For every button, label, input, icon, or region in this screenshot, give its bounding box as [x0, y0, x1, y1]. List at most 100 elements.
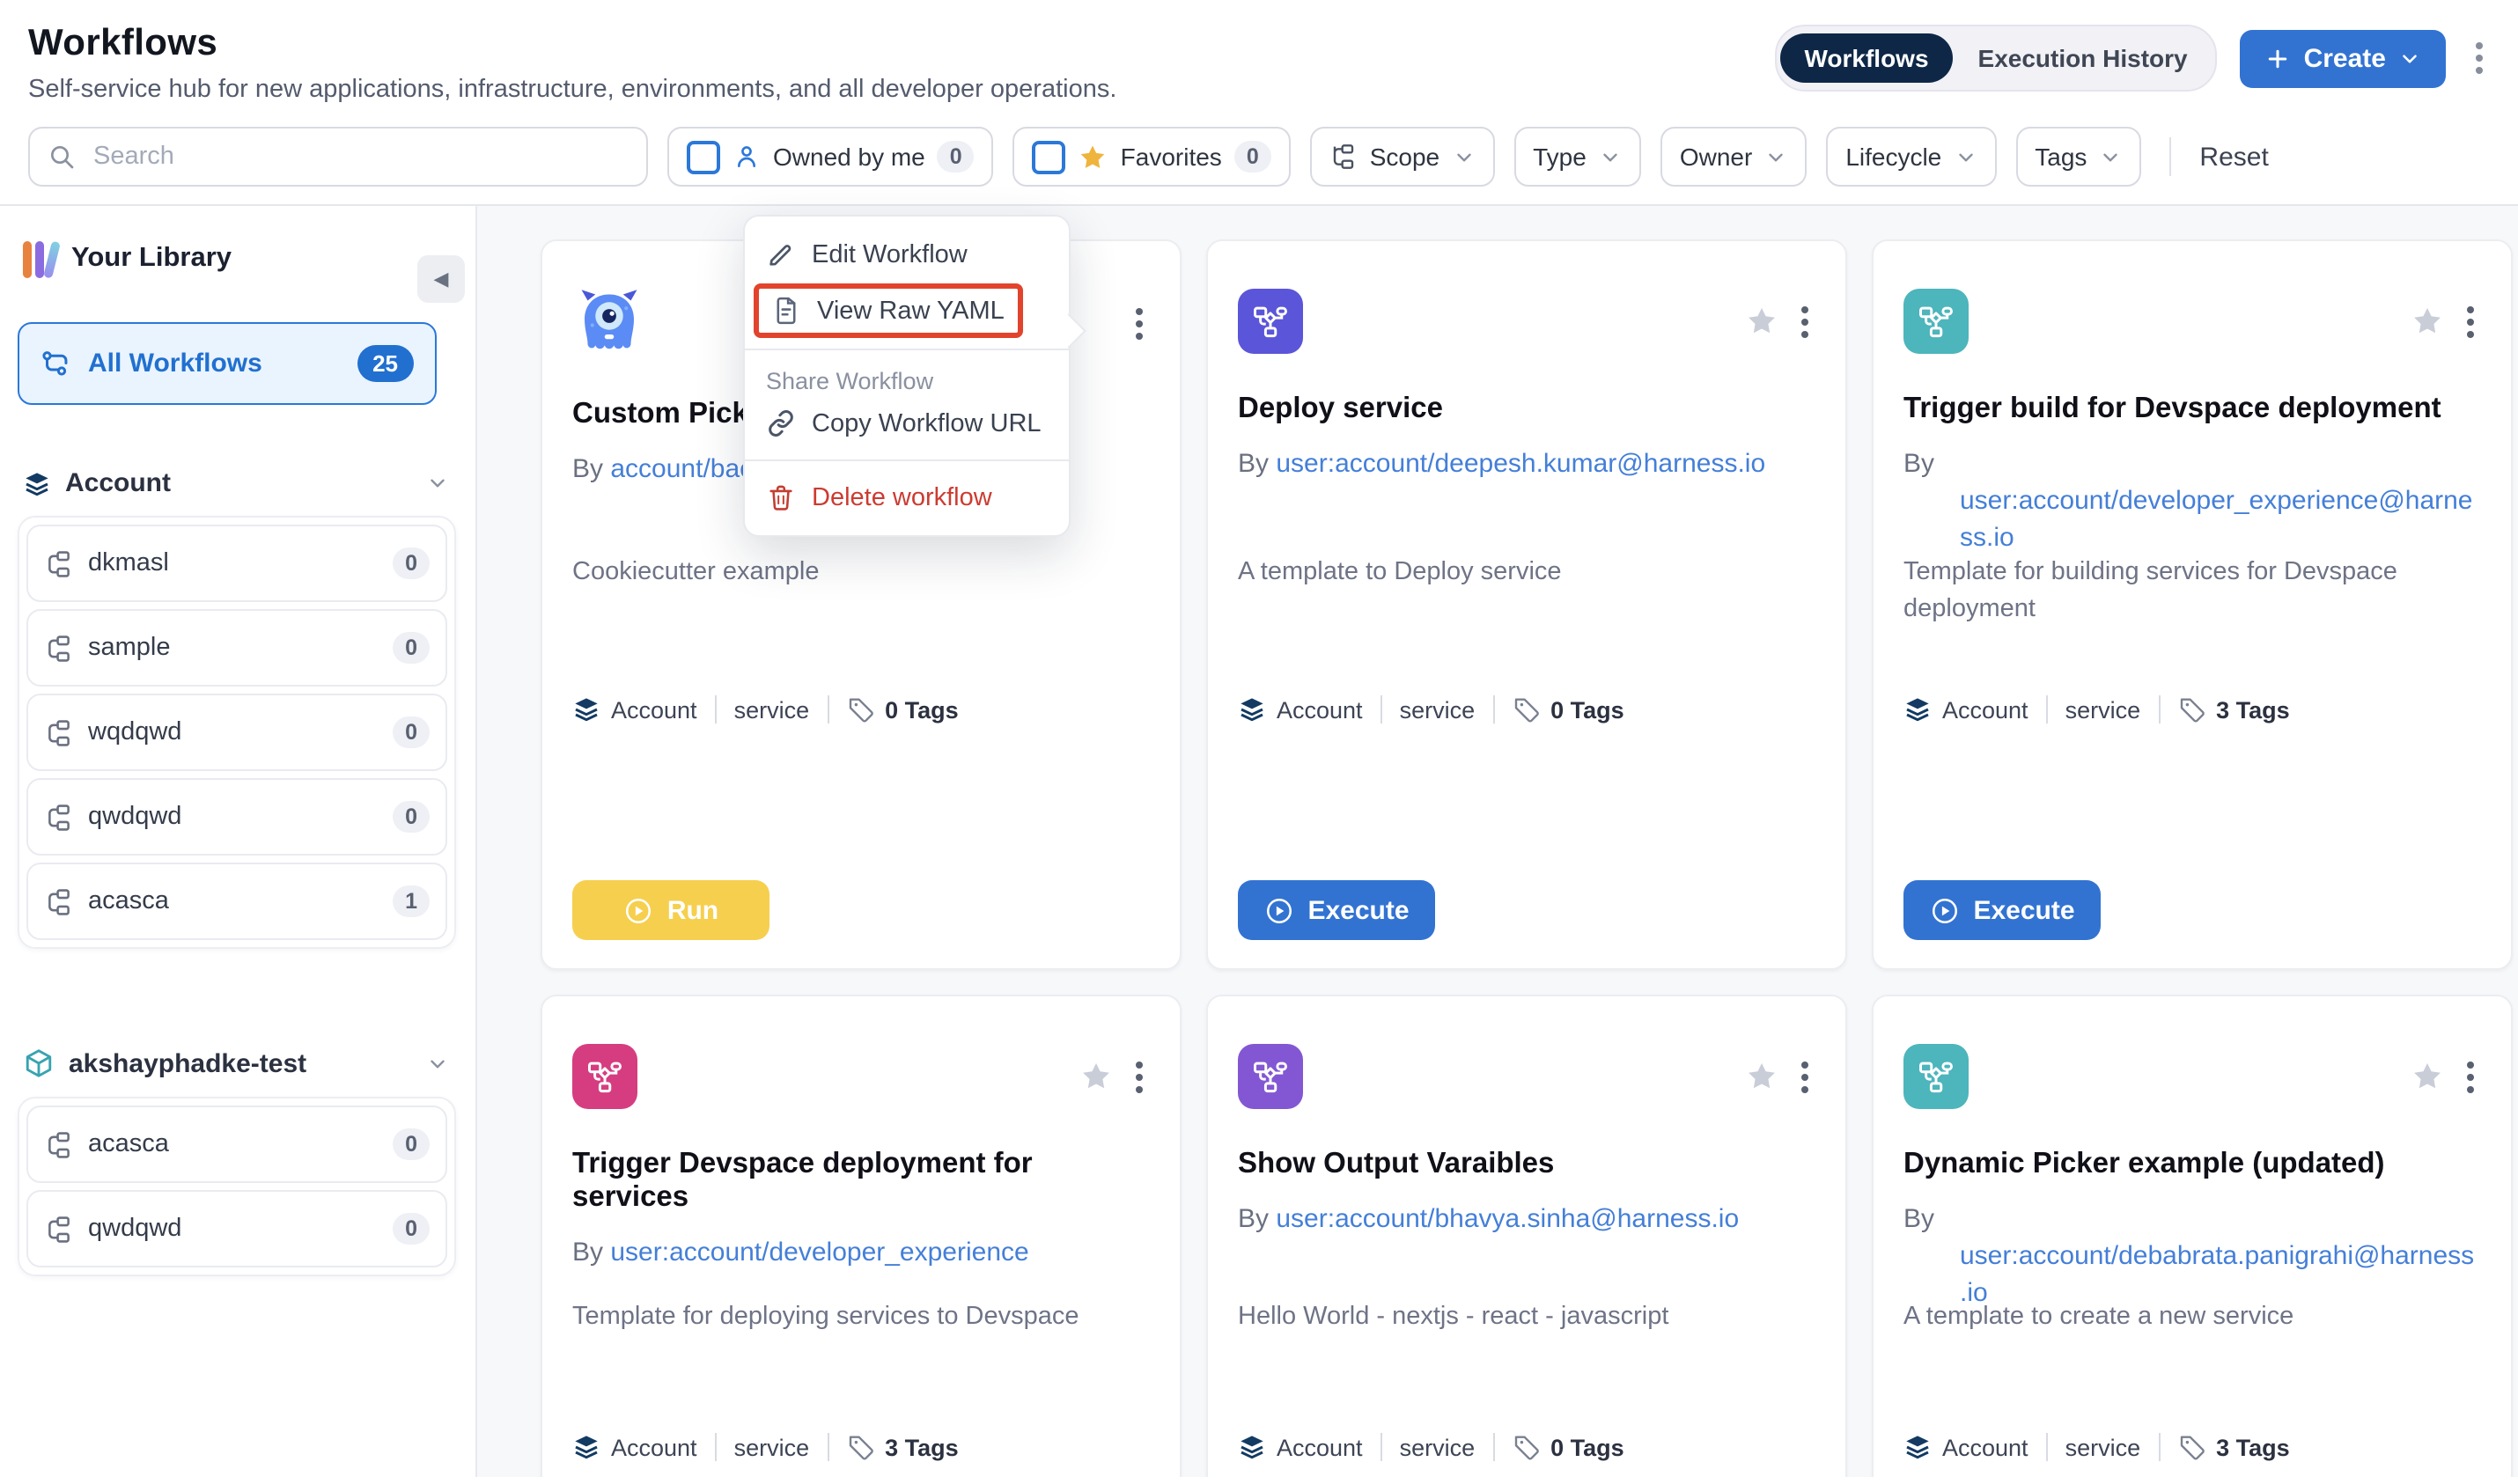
- chevron-down-icon: [1599, 145, 1622, 168]
- workflow-card-dynamic-picker[interactable]: Dynamic Picker example (updated) By user…: [1872, 995, 2513, 1477]
- divider: [745, 349, 1069, 350]
- reset-filters-button[interactable]: Reset: [2199, 142, 2268, 172]
- action-button[interactable]: Run: [572, 880, 769, 940]
- card-kebab-menu-icon[interactable]: [1794, 1054, 1815, 1099]
- owner-link[interactable]: user:account/developer_experience@harnes…: [1960, 486, 2473, 553]
- lifecycle-label: Lifecycle: [1845, 143, 1941, 171]
- chevron-down-icon: [426, 472, 449, 495]
- sidebar-section-akshayphadke-test[interactable]: akshayphadke-test: [23, 1047, 449, 1079]
- all-workflows-label: All Workflows: [88, 349, 262, 378]
- search-box[interactable]: [28, 127, 648, 187]
- project-icon: [44, 717, 74, 747]
- favorite-star-icon[interactable]: [2411, 305, 2444, 338]
- tags-label: Tags: [2035, 143, 2087, 171]
- sidebar-item-qwdqwd-2[interactable]: qwdqwd 0: [26, 1190, 447, 1267]
- favorites-filter[interactable]: Favorites 0: [1013, 127, 1291, 187]
- play-icon: [1263, 895, 1293, 925]
- menu-item-view-raw-yaml[interactable]: View Raw YAML: [754, 283, 1023, 338]
- owner-link[interactable]: user:account/bhavya.sinha@harness.io: [1276, 1204, 1739, 1234]
- workflow-icon: [40, 348, 72, 379]
- card-kebab-menu-icon[interactable]: [2460, 298, 2481, 344]
- card-description: Template for deploying services to Devsp…: [572, 1299, 1150, 1336]
- sidebar-item-qwdqwd[interactable]: qwdqwd 0: [26, 778, 447, 856]
- owner-dropdown[interactable]: Owner: [1660, 127, 1807, 187]
- favorite-star-icon[interactable]: [1745, 305, 1778, 338]
- action-button[interactable]: Execute: [1903, 880, 2101, 940]
- menu-item-delete-workflow[interactable]: Delete workflow: [745, 472, 1069, 523]
- favorite-star-icon[interactable]: [1745, 1060, 1778, 1093]
- project-icon: [44, 802, 74, 832]
- sidebar-item-acasca[interactable]: acasca 1: [26, 863, 447, 940]
- workflow-tile-icon: [1903, 1044, 1969, 1109]
- menu-item-copy-workflow-url[interactable]: Copy Workflow URL: [745, 398, 1069, 449]
- project-icon: [44, 886, 74, 916]
- card-title: Trigger build for Devspace deployment: [1903, 393, 2481, 426]
- favorites-count: 0: [1234, 141, 1271, 173]
- library-sidebar: ◀ Your Library All Workflows 25 Account …: [0, 206, 477, 1477]
- favorite-star-icon[interactable]: [2411, 1060, 2444, 1093]
- owned-by-me-label: Owned by me: [773, 143, 925, 171]
- sidebar-section-account[interactable]: Account: [23, 468, 449, 498]
- library-header: Your Library: [23, 239, 453, 278]
- lifecycle-dropdown[interactable]: Lifecycle: [1826, 127, 1996, 187]
- owner-link[interactable]: user:account/debabrata.panigrahi@harness…: [1960, 1241, 2474, 1308]
- sidebar-item-acasca-2[interactable]: acasca 0: [26, 1106, 447, 1183]
- favorite-star-icon[interactable]: [1079, 1060, 1113, 1093]
- sidebar-collapse-button[interactable]: ◀: [417, 255, 465, 303]
- create-button-label: Create: [2304, 43, 2386, 73]
- workflow-tile-icon: [572, 1044, 637, 1109]
- item-count: 0: [393, 632, 430, 664]
- plus-icon: [2265, 45, 2292, 71]
- owner-label: Owner: [1680, 143, 1752, 171]
- page-header: Workflows Self-service hub for new appli…: [0, 0, 2518, 104]
- search-icon: [48, 143, 76, 171]
- tags-dropdown[interactable]: Tags: [2015, 127, 2141, 187]
- sidebar-item-all-workflows[interactable]: All Workflows 25: [18, 322, 437, 405]
- person-icon: [733, 143, 761, 171]
- owned-by-me-checkbox[interactable]: [687, 140, 720, 173]
- tab-execution-history[interactable]: Execution History: [1954, 33, 2212, 83]
- card-description: Hello World - nextjs - react - javascrip…: [1238, 1299, 1815, 1336]
- chevron-down-icon: [1954, 145, 1977, 168]
- account-items-group: dkmasl 0 sample 0 wqdqwd 0 qwdqwd 0: [18, 516, 456, 949]
- card-footer: Account service 3 Tags: [572, 1433, 1150, 1461]
- card-title: Show Output Varaibles: [1238, 1148, 1815, 1181]
- menu-item-label: Copy Workflow URL: [812, 409, 1042, 437]
- sidebar-item-sample[interactable]: sample 0: [26, 609, 447, 687]
- menu-item-edit-workflow[interactable]: Edit Workflow: [745, 229, 1069, 280]
- owned-by-me-filter[interactable]: Owned by me 0: [667, 127, 994, 187]
- action-button[interactable]: Execute: [1238, 880, 1435, 940]
- workflows-page: Workflows Self-service hub for new appli…: [0, 0, 2518, 1484]
- workflow-card-show-output-varaibles[interactable]: Show Output Varaibles By user:account/bh…: [1206, 995, 1847, 1477]
- workflow-card-deploy-service[interactable]: Deploy service By user:account/deepesh.k…: [1206, 239, 1847, 970]
- card-kebab-menu-icon[interactable]: [1129, 301, 1150, 347]
- workflow-card-trigger-build-devspace[interactable]: Trigger build for Devspace deployment By…: [1872, 239, 2513, 970]
- card-description: A template to Deploy service: [1238, 555, 1815, 591]
- chevron-down-icon: [1452, 145, 1475, 168]
- sidebar-item-dkmasl[interactable]: dkmasl 0: [26, 525, 447, 602]
- card-kebab-menu-icon[interactable]: [1129, 1054, 1150, 1099]
- workflow-card-trigger-devspace-deployment[interactable]: Trigger Devspace deployment for services…: [541, 995, 1182, 1477]
- menu-item-label: View Raw YAML: [817, 297, 1005, 325]
- card-kebab-menu-icon[interactable]: [1794, 298, 1815, 344]
- item-label: sample: [88, 634, 171, 662]
- scope-dropdown[interactable]: Scope: [1310, 127, 1494, 187]
- card-kebab-menu-icon[interactable]: [2460, 1054, 2481, 1099]
- card-title: Deploy service: [1238, 393, 1815, 426]
- create-button[interactable]: Create: [2241, 29, 2446, 87]
- owner-link[interactable]: user:account/developer_experience: [610, 1238, 1028, 1267]
- header-kebab-menu-icon[interactable]: [2469, 35, 2490, 81]
- project-icon: [44, 1129, 74, 1159]
- owner-link[interactable]: user:account/deepesh.kumar@harness.io: [1276, 449, 1765, 479]
- sidebar-item-wqdqwd[interactable]: wqdqwd 0: [26, 694, 447, 771]
- type-dropdown[interactable]: Type: [1513, 127, 1641, 187]
- search-input[interactable]: [90, 141, 629, 173]
- chevron-down-icon: [426, 1052, 449, 1075]
- card-description: A template to create a new service: [1903, 1299, 2481, 1336]
- tab-workflows[interactable]: Workflows: [1779, 33, 1953, 83]
- project-icon: [44, 633, 74, 663]
- owned-by-me-count: 0: [938, 141, 975, 173]
- card-byline: By user:account/deepesh.kumar@harness.io: [1238, 445, 1815, 482]
- item-count: 0: [393, 801, 430, 833]
- favorites-checkbox[interactable]: [1033, 140, 1066, 173]
